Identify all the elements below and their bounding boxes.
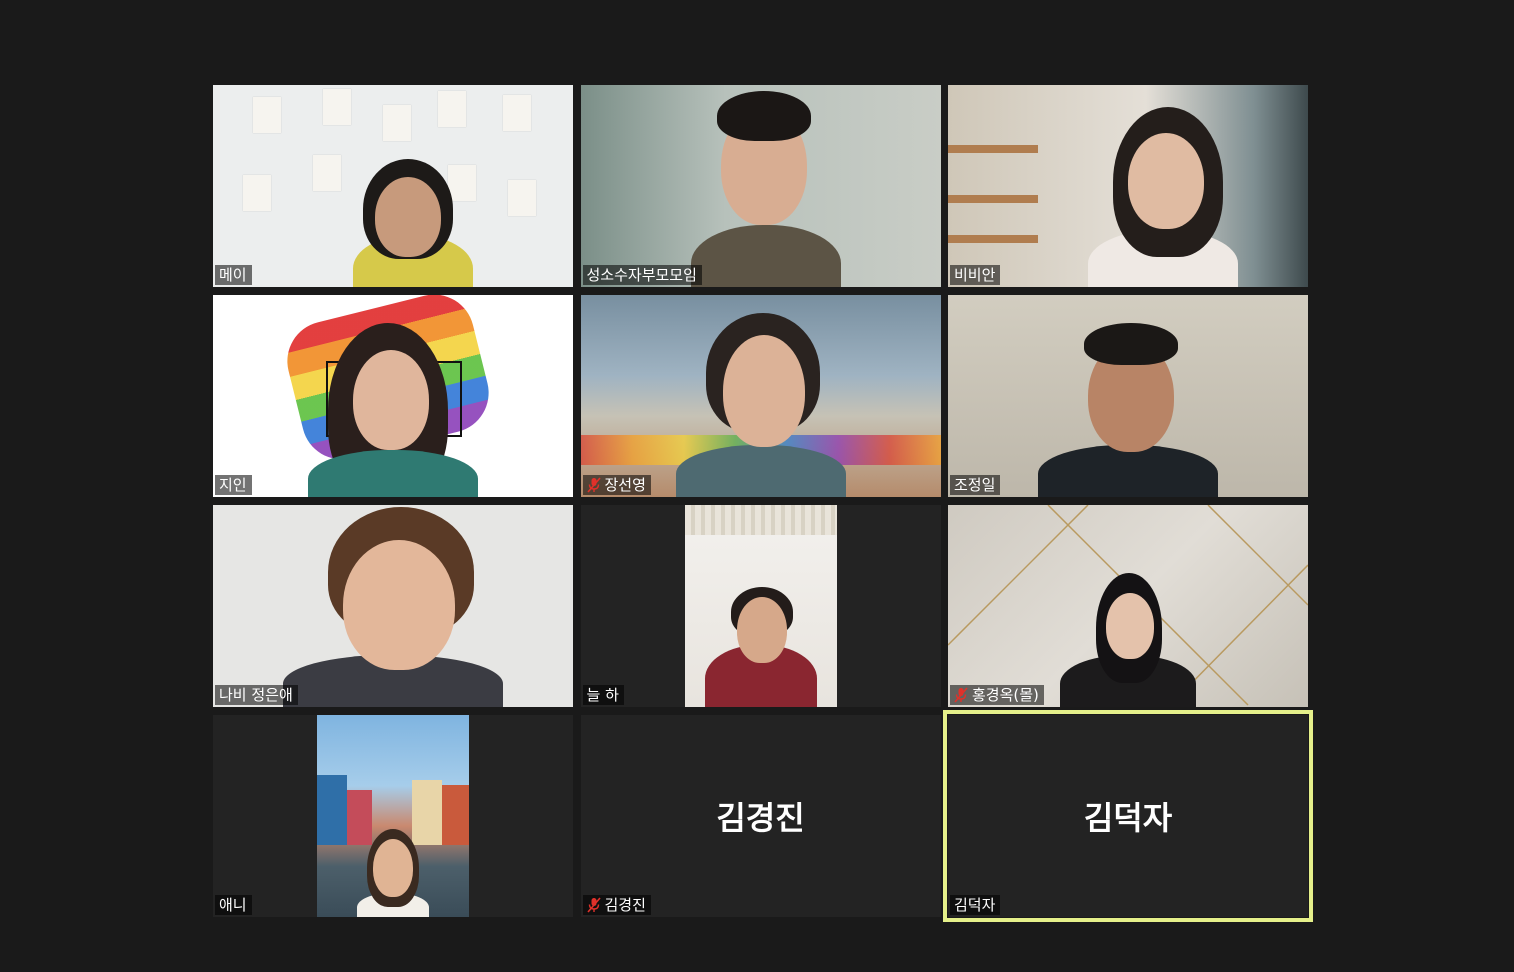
building xyxy=(442,785,469,845)
person xyxy=(308,450,478,497)
building xyxy=(317,775,347,845)
participant-video xyxy=(317,715,469,917)
shelf xyxy=(948,235,1038,243)
participant-name: 지인 xyxy=(219,476,247,494)
participant-name-label: 지인 xyxy=(215,475,252,495)
participant-tile[interactable]: 늘 하 xyxy=(580,505,941,707)
participant-name: 홍경옥(몰) xyxy=(972,686,1039,704)
participant-name: 장선영 xyxy=(604,476,646,494)
muted-microphone-icon xyxy=(954,687,968,703)
participant-video xyxy=(213,505,573,707)
participant-tile[interactable]: 지인 xyxy=(213,295,573,497)
muted-microphone-icon xyxy=(586,897,601,913)
participant-name: 애니 xyxy=(219,896,247,914)
wall-art xyxy=(243,175,271,211)
shelf xyxy=(948,195,1038,203)
wall-art xyxy=(253,97,281,133)
participant-name-label: 성소수자부모모임 xyxy=(582,265,702,285)
participant-tile-highlighted[interactable]: 김덕자 김덕자 xyxy=(943,710,1313,922)
participant-name: 비비안 xyxy=(954,266,996,284)
participant-tile[interactable]: 장선영 xyxy=(580,295,941,497)
building xyxy=(412,780,442,845)
wall-art xyxy=(508,180,536,216)
participant-name-label: 나비 정은애 xyxy=(215,685,298,705)
participant-name: 메이 xyxy=(219,266,247,284)
participant-name-label: 조정일 xyxy=(950,475,1001,495)
wall-art xyxy=(383,105,411,141)
participant-tile-video-off[interactable]: 김경진 김경진 xyxy=(580,715,941,917)
person xyxy=(690,225,841,287)
participant-video xyxy=(948,295,1308,497)
participant-name-label: 메이 xyxy=(215,265,252,285)
participant-video xyxy=(213,295,573,497)
participant-video xyxy=(213,85,573,287)
participant-tile[interactable]: 조정일 xyxy=(948,295,1308,497)
participant-name: 나비 정은애 xyxy=(219,686,293,704)
participant-name-label: 김덕자 xyxy=(950,895,1001,915)
participant-name-label: 늘 하 xyxy=(582,685,624,705)
participant-video xyxy=(580,85,941,287)
participant-name: 김경진 xyxy=(604,896,646,914)
meeting-window: 메이 성소수자부모모임 비비안 지인 장선영 조정일 나비 정은애 늘 하 홍경… xyxy=(0,0,1514,972)
gallery-view: 메이 성소수자부모모임 비비안 지인 장선영 조정일 나비 정은애 늘 하 홍경… xyxy=(213,85,1313,922)
person xyxy=(1038,445,1218,497)
participant-tile[interactable]: 메이 xyxy=(213,85,573,287)
participant-name-label: 애니 xyxy=(215,895,252,915)
shelf xyxy=(948,145,1038,153)
participant-video xyxy=(948,505,1308,707)
wall-art xyxy=(503,95,531,131)
participant-name: 조정일 xyxy=(954,476,996,494)
participant-display-name: 김경진 xyxy=(716,799,805,837)
wall-art xyxy=(438,91,466,127)
participant-tile[interactable]: 애니 xyxy=(213,715,573,917)
participant-name-label: 장선영 xyxy=(582,475,651,495)
wall-art xyxy=(323,89,351,125)
participant-video xyxy=(948,85,1308,287)
wall-art xyxy=(448,165,476,201)
participant-name-label: 김경진 xyxy=(582,895,651,915)
participant-tile[interactable]: 홍경옥(몰) xyxy=(948,505,1308,707)
wall-art xyxy=(313,155,341,191)
participant-name-label: 비비안 xyxy=(950,265,1001,285)
participant-video xyxy=(684,505,837,707)
participant-tile[interactable]: 비비안 xyxy=(948,85,1308,287)
person xyxy=(675,445,846,497)
participant-tile-active-speaker[interactable]: 성소수자부모모임 xyxy=(580,85,941,287)
curtain xyxy=(684,505,837,535)
participant-name: 늘 하 xyxy=(586,686,619,704)
participant-tile[interactable]: 나비 정은애 xyxy=(213,505,573,707)
participant-video xyxy=(580,295,941,497)
participant-name-label: 홍경옥(몰) xyxy=(950,685,1044,705)
participant-name: 성소수자부모모임 xyxy=(586,266,697,284)
participant-display-name: 김덕자 xyxy=(1083,799,1173,837)
building xyxy=(347,790,372,845)
participant-name: 김덕자 xyxy=(954,896,996,914)
muted-microphone-icon xyxy=(586,477,601,493)
